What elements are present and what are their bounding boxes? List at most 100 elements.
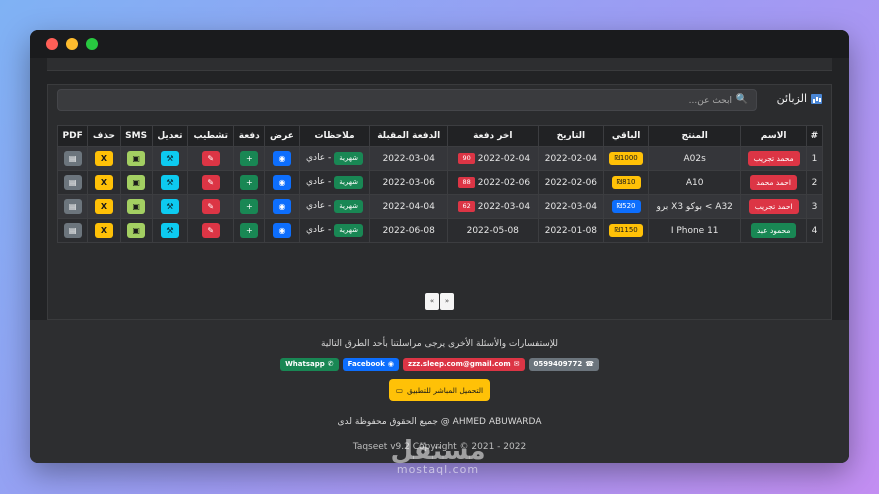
column-header: الاسم bbox=[740, 125, 807, 147]
last-payment-cell: 2022-05-08 bbox=[447, 218, 539, 243]
pdf-button[interactable]: ▤ bbox=[63, 199, 82, 214]
note: شهرية- عادي bbox=[306, 200, 363, 213]
sms-button-cell: ▣ bbox=[119, 218, 153, 243]
finish-button[interactable]: ✎ bbox=[201, 223, 220, 238]
pencil-icon: ✎ bbox=[207, 154, 215, 163]
product-cell: I Phone 11 bbox=[647, 218, 742, 243]
name-cell: محمد تجريب bbox=[740, 146, 807, 171]
finish-button[interactable]: ✎ bbox=[201, 151, 220, 166]
tools-icon: ⚒ bbox=[166, 202, 174, 211]
eye-icon: ◉ bbox=[278, 226, 286, 235]
add-payment-button-cell: + bbox=[233, 194, 266, 219]
minimize-window-button[interactable] bbox=[66, 38, 78, 50]
pagination-next-button[interactable]: » bbox=[440, 293, 454, 310]
next-payment-cell: 2022-03-06 bbox=[369, 170, 449, 195]
add-payment-button[interactable]: + bbox=[240, 175, 259, 190]
add-payment-button[interactable]: + bbox=[240, 151, 259, 166]
customer-name-badge[interactable]: محمود عبد bbox=[750, 223, 797, 238]
view-button[interactable]: ◉ bbox=[272, 199, 291, 214]
pdf-button[interactable]: ▤ bbox=[63, 151, 82, 166]
pagination-prev-button[interactable]: « bbox=[425, 293, 439, 310]
top-panel-edge bbox=[47, 58, 832, 71]
note-text: - عادي bbox=[306, 153, 332, 163]
pencil-icon: ✎ bbox=[207, 178, 215, 187]
pdf-button[interactable]: ▤ bbox=[63, 175, 82, 190]
facebook-badge[interactable]: ◉ Facebook bbox=[342, 358, 400, 371]
note: شهرية- عادي bbox=[306, 176, 363, 189]
notes-cell: شهرية- عادي bbox=[298, 218, 371, 243]
edit-button[interactable]: ⚒ bbox=[160, 199, 179, 214]
note: شهرية- عادي bbox=[306, 224, 363, 237]
phone-text: 0599409772 bbox=[533, 360, 583, 368]
add-payment-button-cell: + bbox=[233, 146, 266, 171]
download-app-label: التحميل المباشر للتطبيق bbox=[406, 385, 484, 395]
notes-cell: شهرية- عادي bbox=[298, 194, 371, 219]
sms-button-cell: ▣ bbox=[119, 194, 153, 219]
next-payment-cell: 2022-06-08 bbox=[369, 218, 449, 243]
edit-button[interactable]: ⚒ bbox=[160, 175, 179, 190]
delete-button-cell: X bbox=[87, 194, 121, 219]
edit-button[interactable]: ⚒ bbox=[160, 151, 179, 166]
next-payment-cell: 2022-04-04 bbox=[369, 194, 449, 219]
column-header: عرض bbox=[264, 125, 300, 147]
view-button[interactable]: ◉ bbox=[272, 223, 291, 238]
column-header: ملاحظات bbox=[298, 125, 371, 147]
pdf-button[interactable]: ▤ bbox=[63, 223, 82, 238]
product-cell: A02s bbox=[647, 146, 742, 171]
sms-button[interactable]: ▣ bbox=[127, 151, 146, 166]
finish-button-cell: ✎ bbox=[187, 194, 235, 219]
table-body: 1 محمد تجريب A02s ₪1000 2022-02-04 2022-02-04… bbox=[56, 146, 824, 243]
search-icon: 🔍 bbox=[735, 94, 748, 105]
document-icon: ▤ bbox=[68, 202, 77, 211]
delete-button[interactable]: X bbox=[94, 175, 113, 190]
product-cell: A10 bbox=[647, 170, 742, 195]
email-badge[interactable]: ✉ zzz.sleep.com@gmail.com bbox=[403, 358, 525, 371]
customer-name-badge[interactable]: احمد تجريب bbox=[748, 199, 799, 214]
remaining-cell: ₪520 bbox=[603, 194, 649, 219]
delete-button[interactable]: X bbox=[94, 151, 113, 166]
name-cell: احمد محمد bbox=[740, 170, 807, 195]
name-cell: احمد تجريب bbox=[740, 194, 807, 219]
remaining-badge: ₪1150 bbox=[609, 224, 643, 237]
view-button[interactable]: ◉ bbox=[272, 151, 291, 166]
last-payment: 2022-03-04 62 bbox=[455, 201, 530, 212]
phone-badge[interactable]: ☎ 0599409772 bbox=[528, 358, 599, 371]
page-title: الزبائن bbox=[777, 92, 822, 105]
table-header-row: # الاسم المنتج الباقي التاريخ اخر دفعة الدفعة … bbox=[56, 125, 824, 147]
facebook-text: Facebook bbox=[347, 360, 385, 368]
add-payment-button-cell: + bbox=[233, 218, 266, 243]
sms-button[interactable]: ▣ bbox=[127, 199, 146, 214]
contact-text: للإستفسارات والأسئلة الأخرى يرجى مراسلتن… bbox=[321, 339, 558, 349]
window-titlebar bbox=[30, 30, 849, 58]
plus-icon: + bbox=[245, 178, 253, 187]
row-number: 3 bbox=[805, 194, 824, 219]
last-payment-amount-badge: 90 bbox=[458, 153, 475, 164]
date-cell: 2022-03-04 bbox=[537, 194, 605, 219]
maximize-window-button[interactable] bbox=[86, 38, 98, 50]
customers-panel: 🔍 الزبائن #الاسمالمنتجالباقيالتاريخاخر د… bbox=[47, 84, 832, 320]
download-app-button[interactable]: التحميل المباشر للتطبيق ▭ bbox=[389, 379, 490, 401]
finish-button[interactable]: ✎ bbox=[201, 175, 220, 190]
add-payment-button[interactable]: + bbox=[240, 199, 259, 214]
customer-name-badge[interactable]: احمد محمد bbox=[750, 175, 797, 190]
view-button[interactable]: ◉ bbox=[272, 175, 291, 190]
customer-name-badge[interactable]: محمد تجريب bbox=[747, 151, 800, 166]
delete-button[interactable]: X bbox=[94, 223, 113, 238]
sms-button[interactable]: ▣ bbox=[127, 223, 146, 238]
row-number: 4 bbox=[805, 218, 824, 243]
column-header: الباقي bbox=[603, 125, 649, 147]
pencil-icon: ✎ bbox=[207, 226, 215, 235]
delete-button[interactable]: X bbox=[94, 199, 113, 214]
customers-table: # الاسم المنتج الباقي التاريخ اخر دفعة الدفعة … bbox=[56, 125, 824, 243]
plus-icon: + bbox=[245, 202, 253, 211]
search-input[interactable] bbox=[70, 92, 734, 110]
edit-button[interactable]: ⚒ bbox=[160, 223, 179, 238]
close-window-button[interactable] bbox=[46, 38, 58, 50]
sms-button[interactable]: ▣ bbox=[127, 175, 146, 190]
device-icon: ▭ bbox=[395, 385, 403, 395]
finish-button[interactable]: ✎ bbox=[201, 199, 220, 214]
add-payment-button[interactable]: + bbox=[240, 223, 259, 238]
whatsapp-badge[interactable]: ✆ Whatsapp bbox=[280, 358, 339, 371]
search-box[interactable]: 🔍 bbox=[57, 89, 757, 111]
last-payment-amount-badge: 88 bbox=[458, 177, 475, 188]
